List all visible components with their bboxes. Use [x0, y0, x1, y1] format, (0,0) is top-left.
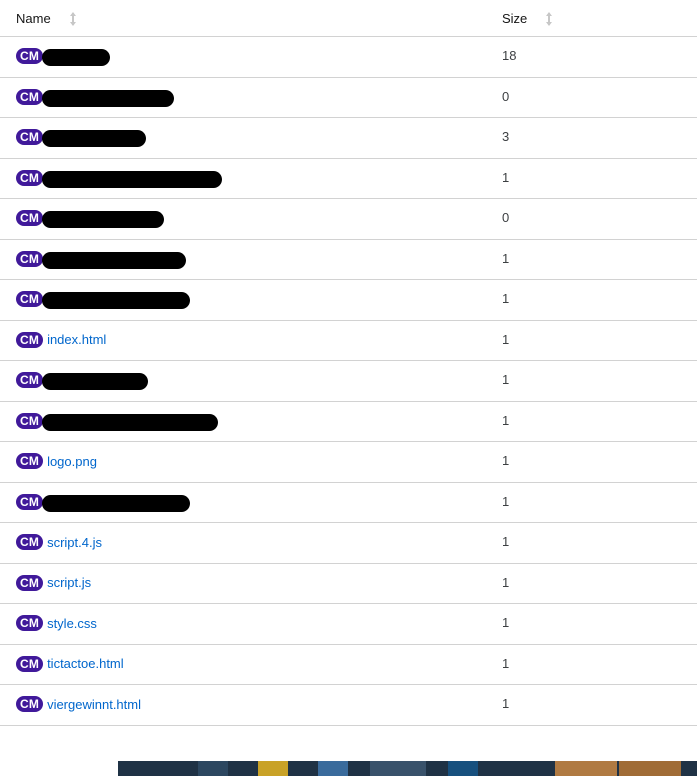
column-header-size[interactable]: Size — [502, 11, 553, 26]
configmap-badge: CM — [16, 453, 44, 469]
configmap-badge: CM — [16, 534, 44, 550]
row-size-cell: 1 — [502, 493, 510, 509]
table-row: CM 1 — [0, 402, 697, 442]
redaction-mark — [42, 413, 218, 431]
redaction-mark — [42, 49, 110, 66]
redaction-mark — [42, 251, 186, 269]
row-name-cell: CM script.4.js — [16, 533, 102, 551]
row-size-cell: 1 — [502, 574, 510, 590]
redaction-mark — [42, 373, 148, 390]
configmap-badge: CM — [16, 331, 44, 348]
row-size-cell: 1 — [502, 453, 510, 468]
row-size-cell: 1 — [502, 655, 510, 671]
taskbar-folder-icon[interactable] — [258, 761, 288, 776]
table-body: CM18CM0CM3CM1CM0CMg-service-cuba…1CM1CMi… — [0, 37, 697, 726]
table-row: CM 1 — [0, 280, 697, 321]
row-size-cell: 1 — [502, 331, 510, 347]
configmap-badge: CM — [16, 129, 44, 145]
configmap-link[interactable]: script.js — [47, 575, 91, 590]
configmap-badge: CM — [16, 250, 44, 267]
row-name-cell: CM style.css — [16, 614, 97, 632]
redaction-mark — [42, 130, 146, 147]
taskbar-app-icon[interactable] — [555, 761, 617, 776]
row-size-cell: 1 — [502, 169, 510, 185]
taskbar-app-icon[interactable] — [318, 761, 348, 776]
row-size-cell: 1 — [502, 615, 510, 630]
row-size-cell: 1 — [502, 412, 510, 428]
configmap-link[interactable]: index.html — [47, 332, 106, 347]
row-name-cell: CM viergewinnt.html — [16, 695, 141, 713]
taskbar-app-icon[interactable] — [619, 761, 681, 776]
table-row: CM script.4.js 1 — [0, 523, 697, 564]
column-header-name-label: Name — [16, 11, 51, 26]
configmap-badge: CM — [16, 291, 44, 307]
row-size-cell: 1 — [502, 372, 510, 387]
table-row: CM script.js 1 — [0, 564, 697, 604]
row-name-cell: CM tictactoe.html — [16, 655, 124, 673]
redaction-mark — [42, 170, 222, 188]
redaction-mark — [42, 292, 190, 309]
taskbar-app-icon[interactable] — [198, 761, 228, 776]
taskbar — [118, 761, 697, 776]
configmap-badge: CM — [16, 372, 44, 388]
redaction-mark — [42, 494, 190, 512]
row-size-cell: 1 — [502, 291, 510, 306]
configmap-link[interactable]: logo.png — [47, 454, 97, 469]
configmap-badge: CM — [16, 412, 44, 429]
configmap-badge: CM — [16, 574, 44, 591]
table-row: CMg-service-cuba…1 — [0, 240, 697, 280]
table-row: CM 0 — [0, 78, 697, 118]
configmap-badge: CM — [16, 48, 44, 64]
row-size-cell: 0 — [502, 88, 510, 104]
configmap-badge: CM — [16, 615, 44, 631]
table-row: CM 18 — [0, 37, 697, 78]
configmap-link[interactable]: script.4.js — [47, 535, 102, 550]
table-row: CM 0 — [0, 199, 697, 240]
sort-icon[interactable] — [545, 11, 553, 26]
row-size-cell: 1 — [502, 696, 510, 711]
taskbar-app-icon[interactable] — [448, 761, 478, 776]
table-header: Name Size — [0, 0, 697, 37]
configmap-badge: CM — [16, 169, 44, 186]
configmap-badge: CM — [16, 696, 44, 712]
configmap-link[interactable]: viergewinnt.html — [47, 697, 141, 712]
row-name-cell: CM script.js — [16, 574, 91, 592]
row-size-cell: 1 — [502, 250, 510, 266]
configmap-badge: CM — [16, 210, 44, 226]
configmap-link[interactable]: tictactoe.html — [47, 656, 124, 671]
table-row: CM style.css 1 — [0, 604, 697, 645]
configmap-badge: CM — [16, 88, 44, 105]
table-row: CM tictactoe.html 1 — [0, 645, 697, 685]
row-name-cell: CM logo.png — [16, 452, 97, 470]
row-size-cell: 18 — [502, 48, 517, 63]
redaction-mark — [42, 211, 164, 228]
row-size-cell: 3 — [502, 129, 510, 144]
table-row: CM 1 — [0, 361, 697, 402]
configmap-table: Name Size CM 18 CM 0 CM 3 CM 1 CM 0 CMg-service-cu… — [0, 0, 697, 726]
table-row: CM logo.png 1 — [0, 442, 697, 483]
configmap-badge: CM — [16, 493, 44, 510]
sort-icon[interactable] — [69, 11, 77, 26]
column-header-name[interactable]: Name — [16, 11, 77, 26]
table-row: CM viergewinnt.html 1 — [0, 685, 697, 726]
configmap-link[interactable]: style.css — [47, 616, 97, 631]
table-row: CM index.html 1 — [0, 321, 697, 361]
taskbar-active-app-icon[interactable] — [370, 761, 426, 776]
row-name-cell: CM index.html — [16, 331, 106, 349]
redaction-mark — [42, 89, 174, 107]
table-row: CM 3 — [0, 118, 697, 159]
table-row: CM 1 — [0, 483, 697, 523]
table-row: CM 1 — [0, 159, 697, 199]
column-header-size-label: Size — [502, 11, 528, 26]
configmap-badge: CM — [16, 655, 44, 672]
row-size-cell: 0 — [502, 210, 510, 225]
row-size-cell: 1 — [502, 534, 510, 549]
